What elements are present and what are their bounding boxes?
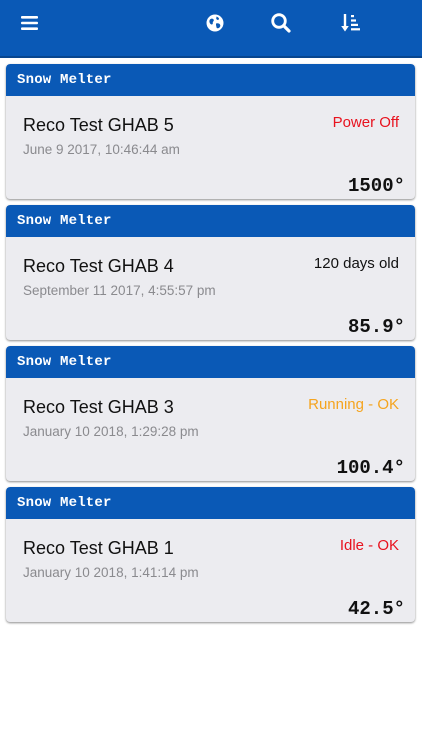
device-card[interactable]: Snow Melter Reco Test GHAB 1 January 10 … [6,487,415,622]
device-status: Running - OK [308,396,399,413]
device-timestamp: June 9 2017, 10:46:44 am [23,142,180,157]
device-type: Snow Melter [17,72,112,88]
device-type: Snow Melter [17,213,112,229]
card-header: Snow Melter [6,64,415,96]
device-status: 120 days old [313,255,399,272]
device-temperature: 85.9° [347,316,405,338]
device-name: Reco Test GHAB 5 [23,115,174,135]
device-timestamp: January 10 2018, 1:41:14 pm [23,565,199,580]
device-temperature: 100.4° [336,457,405,479]
device-status: Idle - OK [339,537,399,554]
device-card[interactable]: Snow Melter Reco Test GHAB 4 September 1… [6,205,415,340]
device-list: Snow Melter Reco Test GHAB 5 June 9 2017… [6,64,415,628]
device-temperature: 1500° [347,175,405,197]
card-header: Snow Melter [6,346,415,378]
search-icon[interactable] [265,8,297,38]
device-timestamp: January 10 2018, 1:29:28 pm [23,424,199,439]
hamburger-menu-icon[interactable] [14,8,46,38]
device-name: Reco Test GHAB 1 [23,538,174,558]
device-timestamp: September 11 2017, 4:55:57 pm [23,283,216,298]
globe-icon[interactable] [199,8,231,38]
device-temperature: 42.5° [347,598,405,620]
card-header: Snow Melter [6,487,415,519]
top-toolbar [0,0,422,58]
device-status: Power Off [332,114,399,131]
device-name: Reco Test GHAB 3 [23,397,174,417]
device-name: Reco Test GHAB 4 [23,256,174,276]
device-card[interactable]: Snow Melter Reco Test GHAB 5 June 9 2017… [6,64,415,199]
sort-icon[interactable] [335,8,367,38]
device-type: Snow Melter [17,495,112,511]
device-card[interactable]: Snow Melter Reco Test GHAB 3 January 10 … [6,346,415,481]
card-header: Snow Melter [6,205,415,237]
device-type: Snow Melter [17,354,112,370]
